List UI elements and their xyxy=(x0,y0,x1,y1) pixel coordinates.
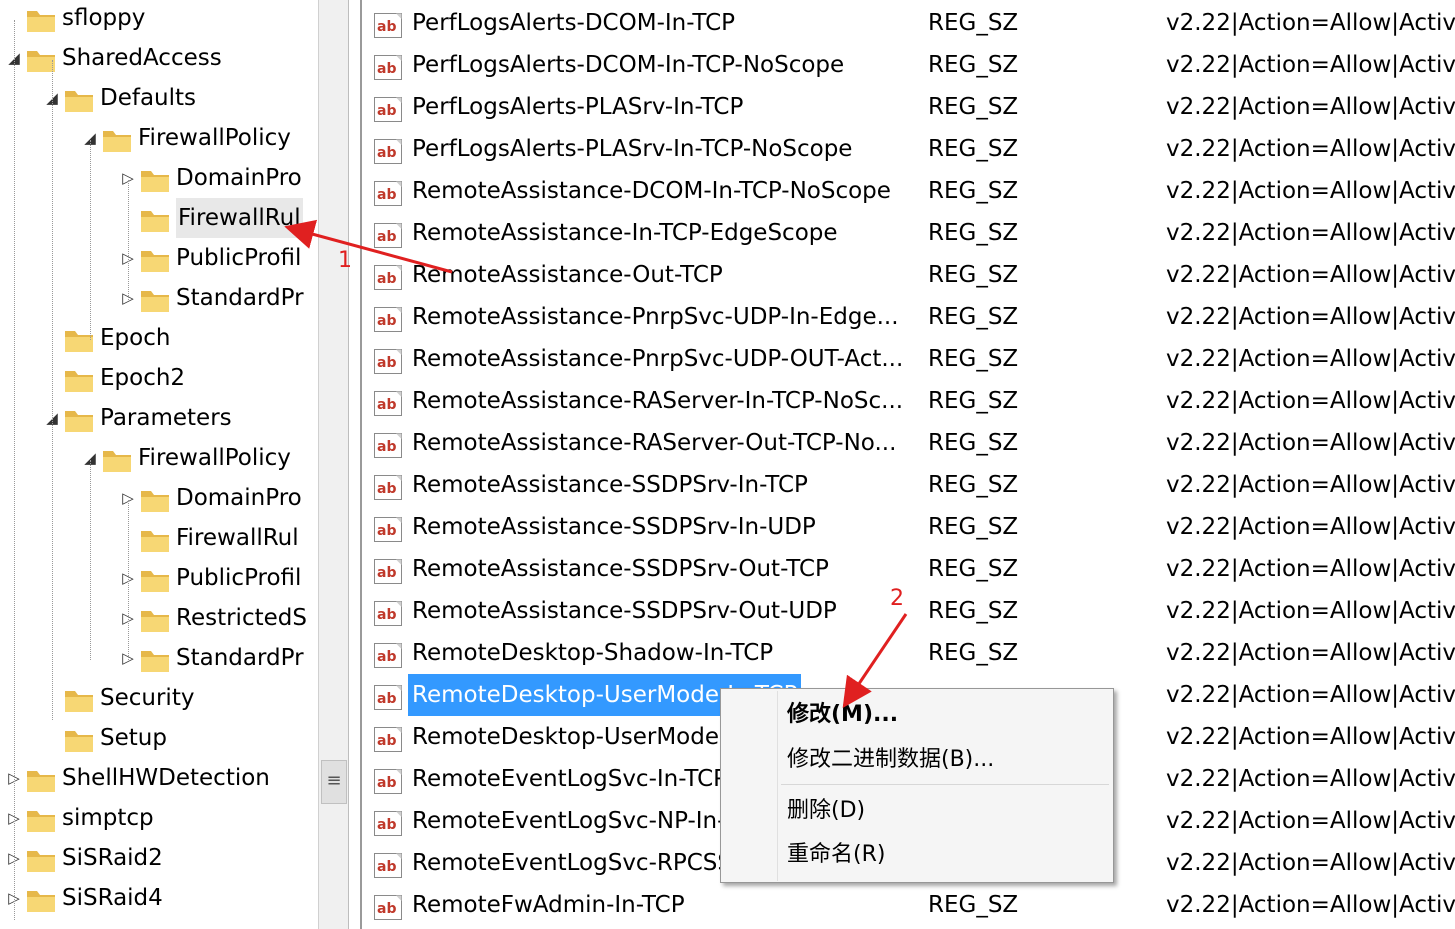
annotation-overlay xyxy=(284,219,908,708)
annotation-arrow-1 xyxy=(284,219,453,274)
annotation-arrow-2 xyxy=(842,613,908,708)
annotation-label-2: 2 xyxy=(890,586,904,611)
annotation-label-1: 1 xyxy=(338,248,352,273)
